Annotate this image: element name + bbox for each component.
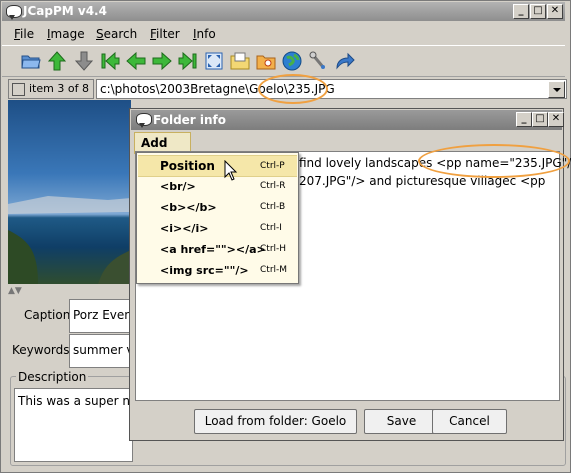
path-combobox[interactable]: c:\photos\2003Bretagne\Goelo\235.JPG (96, 79, 567, 99)
arrow-right-icon[interactable] (151, 50, 173, 72)
toolbar (2, 45, 565, 77)
close-button[interactable]: ✕ (547, 4, 563, 19)
main-title-bar: JCapPM v4.4 _ □ ✕ (2, 2, 565, 21)
keywords-label: Keywords (12, 343, 70, 357)
menu-info[interactable]: Info (193, 27, 216, 41)
export-arrow-icon[interactable] (333, 50, 355, 72)
app-title: JCapPM v4.4 (23, 4, 107, 18)
menu-file[interactable]: File (14, 27, 34, 41)
menu-image[interactable]: Image (47, 27, 85, 41)
popup-item-bold[interactable]: <b></b> Ctrl-B (138, 197, 297, 217)
popup-item-br[interactable]: <br/> Ctrl-R (138, 176, 297, 196)
dialog-minimize-button[interactable]: _ (516, 112, 532, 127)
popup-item-image[interactable]: <img src=""/> Ctrl-M (138, 260, 297, 280)
arrow-up-icon[interactable] (46, 50, 68, 72)
dialog-close-button[interactable]: ✕ (548, 112, 564, 127)
globe-icon[interactable] (281, 50, 303, 72)
save-button[interactable]: Save (364, 409, 439, 434)
dialog-maximize-button[interactable]: □ (532, 112, 548, 127)
highlight-ring-tag (418, 144, 570, 178)
menu-search[interactable]: Search (96, 27, 137, 41)
fullscreen-icon[interactable] (203, 50, 225, 72)
dialog-logo-icon (136, 113, 152, 128)
highlight-ring-path (258, 74, 328, 104)
menu-bar: File Image Search Filter Info (2, 23, 565, 43)
folder-search-icon[interactable] (255, 50, 277, 72)
add-tag-popup: Position Ctrl-P <br/> Ctrl-R <b></b> Ctrl-B… (136, 152, 299, 284)
dialog-title-bar: Folder info _ □ ✕ (131, 110, 564, 130)
minimize-button[interactable]: _ (513, 4, 529, 19)
popup-item-italic[interactable]: <i></i> Ctrl-I (138, 218, 297, 238)
description-label: Description (16, 370, 89, 384)
arrow-last-icon[interactable] (177, 50, 199, 72)
item-checkbox[interactable] (12, 83, 25, 96)
description-field[interactable]: This was a super nic (14, 388, 133, 462)
cancel-button[interactable]: Cancel (432, 409, 507, 434)
dialog-title: Folder info (153, 113, 227, 127)
mouse-cursor-icon (224, 160, 238, 181)
tools-icon[interactable] (307, 50, 329, 72)
menu-filter[interactable]: Filter (150, 27, 180, 41)
arrow-left-icon[interactable] (125, 50, 147, 72)
popup-item-position[interactable]: Position Ctrl-P (138, 155, 297, 177)
popup-item-link[interactable]: <a href=""></a> Ctrl-H (138, 239, 297, 259)
keywords-field[interactable]: summer va (69, 334, 133, 368)
chevron-down-icon[interactable] (548, 81, 565, 98)
caption-label: Caption (24, 308, 71, 322)
load-from-folder-button[interactable]: Load from folder: Goelo (194, 409, 357, 434)
open-folder-icon[interactable] (20, 50, 42, 72)
maximize-button[interactable]: □ (530, 4, 546, 19)
app-logo-icon (6, 5, 22, 20)
splitter-handle-icon[interactable]: ▲▼ (8, 286, 22, 296)
item-counter-label: item 3 of 8 (29, 82, 89, 95)
folder-icon[interactable] (229, 50, 251, 72)
arrow-down-icon[interactable] (73, 50, 95, 72)
item-counter[interactable]: item 3 of 8 (8, 79, 94, 99)
caption-field[interactable]: Porz Even: (69, 299, 133, 333)
arrow-first-icon[interactable] (99, 50, 121, 72)
photo-preview (8, 100, 131, 284)
